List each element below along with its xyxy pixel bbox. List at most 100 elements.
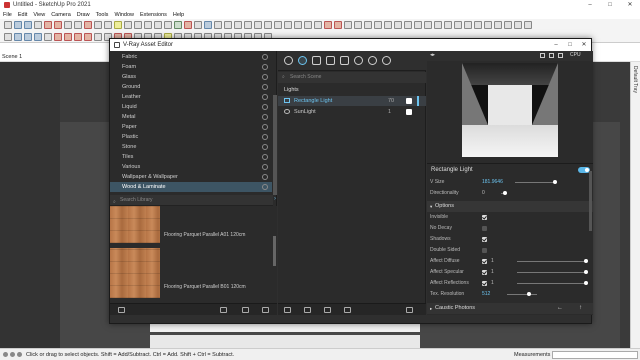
- category-liquid[interactable]: Liquid: [110, 102, 272, 112]
- purge-icon[interactable]: [406, 307, 413, 313]
- warehouse-icon[interactable]: [174, 21, 182, 29]
- iso-view-icon[interactable]: [204, 21, 212, 29]
- up-arrow-icon[interactable]: ↑: [579, 303, 582, 314]
- category-paper[interactable]: Paper: [110, 122, 272, 132]
- polygon-icon[interactable]: [84, 32, 92, 41]
- render-device-label[interactable]: CPU: [570, 52, 581, 58]
- vray-proxy-icon[interactable]: [474, 21, 482, 29]
- tape-measure-icon[interactable]: [114, 21, 122, 29]
- material-thumbnail[interactable]: [110, 206, 160, 243]
- vray-spot-light-icon[interactable]: [414, 21, 422, 29]
- affect-diffuse-value[interactable]: 1: [491, 256, 494, 267]
- slider-knob[interactable]: [584, 259, 588, 263]
- credits-icon[interactable]: [10, 352, 15, 357]
- add-light-icon[interactable]: [284, 307, 291, 313]
- filter-icon[interactable]: [242, 307, 249, 313]
- download-icon[interactable]: [262, 54, 268, 60]
- vray-omni-light-icon[interactable]: [434, 21, 442, 29]
- rectangle-icon[interactable]: [64, 32, 72, 41]
- default-tray[interactable]: Default Tray: [630, 62, 640, 348]
- tex-resolution-slider[interactable]: [507, 292, 537, 296]
- hidden-line-style-icon[interactable]: [284, 21, 292, 29]
- material-label[interactable]: Flooring Parquet Parallel A01 120cm: [164, 232, 245, 238]
- delete-icon[interactable]: [344, 307, 351, 313]
- shaded-style-icon[interactable]: [294, 21, 302, 29]
- directionality-value[interactable]: 0: [482, 188, 485, 199]
- open-file-icon[interactable]: [304, 307, 311, 313]
- category-wood-laminate[interactable]: Wood & Laminate: [110, 182, 272, 192]
- vray-help-icon[interactable]: [524, 21, 532, 29]
- materials-tab-icon[interactable]: [284, 56, 293, 65]
- right-view-icon[interactable]: [234, 21, 242, 29]
- category-wallpaper[interactable]: Wallpaper & Wallpaper: [110, 172, 272, 182]
- download-icon[interactable]: [262, 134, 268, 140]
- grid-view-icon[interactable]: [220, 307, 227, 313]
- eraser-icon[interactable]: [24, 32, 32, 41]
- library-search-input[interactable]: ⌕ Search Library: [110, 195, 273, 206]
- shadows-checkbox[interactable]: [482, 237, 487, 242]
- orbit-tool-icon[interactable]: [134, 21, 142, 29]
- material-thumbnail[interactable]: [110, 248, 160, 298]
- category-plastic[interactable]: Plastic: [110, 132, 272, 142]
- vray-minimize-button[interactable]: –: [549, 39, 563, 51]
- category-ground[interactable]: Ground: [110, 82, 272, 92]
- layout-icon[interactable]: [194, 21, 202, 29]
- scale-tool-icon[interactable]: [94, 21, 102, 29]
- menu-window[interactable]: Window: [114, 12, 134, 18]
- category-fabric[interactable]: Fabric: [110, 52, 272, 62]
- download-icon[interactable]: [262, 154, 268, 160]
- menu-help[interactable]: Help: [173, 12, 184, 18]
- affect-specular-checkbox[interactable]: [482, 270, 487, 275]
- save-icon[interactable]: [324, 307, 331, 313]
- vray-sphere-light-icon[interactable]: [404, 21, 412, 29]
- menu-file[interactable]: File: [3, 12, 12, 18]
- scene-search-input[interactable]: ⌕ Search Scene: [278, 72, 426, 83]
- download-icon[interactable]: [262, 74, 268, 80]
- select-tool-icon[interactable]: [4, 21, 12, 29]
- vray-batch-icon[interactable]: [364, 21, 372, 29]
- wireframe-style-icon[interactable]: [274, 21, 282, 29]
- render-elements-tab-icon[interactable]: [340, 56, 349, 65]
- vray-dome-light-icon[interactable]: [444, 21, 452, 29]
- arc-tool-icon[interactable]: [44, 21, 52, 29]
- download-icon[interactable]: [262, 64, 268, 70]
- category-glass[interactable]: Glass: [110, 72, 272, 82]
- vray-maximize-button[interactable]: □: [563, 39, 577, 51]
- vray-ies-light-icon[interactable]: [424, 21, 432, 29]
- component-icon[interactable]: [14, 32, 22, 41]
- line-icon[interactable]: [44, 32, 52, 41]
- affect-diffuse-checkbox[interactable]: [482, 259, 487, 264]
- light-row-sunlight[interactable]: SunLight 1: [278, 107, 426, 117]
- move-tool-icon[interactable]: [74, 21, 82, 29]
- affect-reflections-value[interactable]: 1: [491, 278, 494, 289]
- slider-knob[interactable]: [527, 292, 531, 296]
- tex-resolution-value[interactable]: 512: [482, 289, 490, 300]
- measurements-input[interactable]: [552, 351, 638, 359]
- vray-lister-icon[interactable]: [374, 21, 382, 29]
- minimize-button[interactable]: –: [580, 0, 600, 10]
- no-decay-checkbox[interactable]: [482, 226, 487, 231]
- light-row-rectangle[interactable]: Rectangle Light 70: [278, 96, 426, 106]
- pin-icon[interactable]: [262, 307, 269, 313]
- vray-fur-icon[interactable]: [484, 21, 492, 29]
- download-icon[interactable]: [262, 104, 268, 110]
- back-arrow-icon[interactable]: ←: [557, 303, 563, 314]
- invisible-checkbox[interactable]: [482, 215, 487, 220]
- download-icon[interactable]: [262, 164, 268, 170]
- settings-tab-icon[interactable]: [354, 56, 363, 65]
- rectangle-tool-icon[interactable]: [54, 21, 62, 29]
- affect-reflections-slider[interactable]: [517, 281, 588, 285]
- pan-tool-icon[interactable]: [144, 21, 152, 29]
- open-folder-icon[interactable]: [118, 307, 125, 313]
- paint-tool-icon[interactable]: [24, 21, 32, 29]
- category-metal[interactable]: Metal: [110, 112, 272, 122]
- preview-mode-icon[interactable]: [540, 53, 545, 58]
- slider-knob[interactable]: [584, 281, 588, 285]
- vray-chaos-cloud-icon[interactable]: [514, 21, 522, 29]
- user-icon[interactable]: [17, 352, 22, 357]
- front-view-icon[interactable]: [224, 21, 232, 29]
- category-scrollbar[interactable]: [273, 95, 277, 195]
- extension-icon[interactable]: [184, 21, 192, 29]
- paint-bucket-icon[interactable]: [34, 32, 42, 41]
- arc-icon[interactable]: [94, 32, 102, 41]
